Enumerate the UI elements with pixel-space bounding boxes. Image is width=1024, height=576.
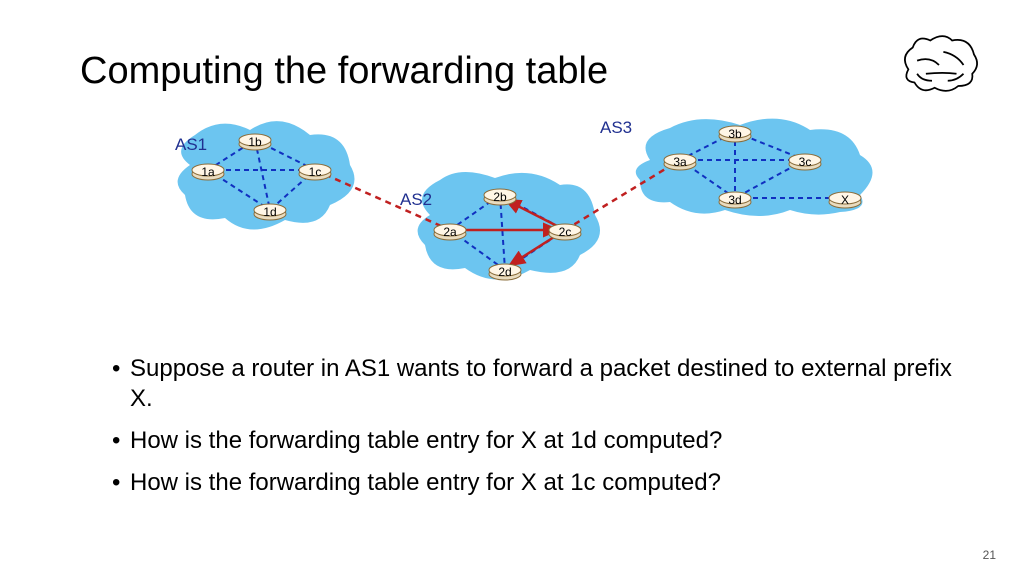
label-as2: AS2	[400, 190, 432, 210]
brain-icon	[894, 30, 984, 100]
label-as1: AS1	[175, 135, 207, 155]
bullet-list: Suppose a router in AS1 wants to forward…	[72, 354, 964, 510]
bullet-2: How is the forwarding table entry for X …	[112, 426, 964, 456]
slide-title: Computing the forwarding table	[80, 50, 608, 93]
network-diagram: AS1 AS2 AS3 1a 1b 1c 1d 2a 2b 2c 2d 3a 3…	[150, 110, 890, 310]
page-number: 21	[983, 548, 996, 562]
bullet-3: How is the forwarding table entry for X …	[112, 468, 964, 498]
bullet-1: Suppose a router in AS1 wants to forward…	[112, 354, 964, 414]
label-as3: AS3	[600, 118, 632, 138]
slide: Computing the forwarding table	[0, 0, 1024, 576]
